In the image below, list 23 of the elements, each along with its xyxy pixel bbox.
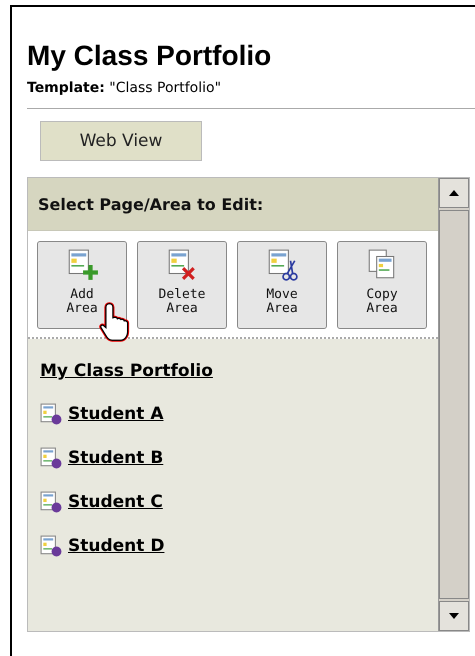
tool-button[interactable]: Add Area: [37, 241, 127, 329]
panel-heading: Select Page/Area to Edit:: [38, 194, 264, 214]
area-page-icon: [40, 447, 62, 469]
area-link[interactable]: Student D: [68, 536, 164, 556]
area-link[interactable]: Student C: [68, 492, 163, 512]
up-arrow-icon: [449, 190, 459, 196]
tool-button[interactable]: Delete Area: [137, 241, 227, 329]
scroll-down-button[interactable]: [439, 601, 469, 631]
area-link[interactable]: Student B: [68, 448, 164, 468]
tool-button[interactable]: Copy Area: [337, 241, 427, 329]
area-page-icon: [40, 491, 62, 513]
area-link[interactable]: Student A: [68, 404, 164, 424]
down-arrow-icon: [449, 613, 459, 619]
web-view-button[interactable]: Web View: [40, 121, 202, 161]
template-line: Template: "Class Portfolio": [27, 80, 222, 96]
scrollbar[interactable]: [438, 178, 469, 631]
scroll-thumb[interactable]: [439, 210, 469, 599]
area-page-icon: [40, 535, 62, 557]
scroll-up-button[interactable]: [439, 178, 469, 208]
area-page-icon: [40, 403, 62, 425]
tool-button[interactable]: Move Area: [237, 241, 327, 329]
page-link[interactable]: My Class Portfolio: [40, 361, 426, 381]
page-title: My Class Portfolio: [27, 40, 272, 72]
